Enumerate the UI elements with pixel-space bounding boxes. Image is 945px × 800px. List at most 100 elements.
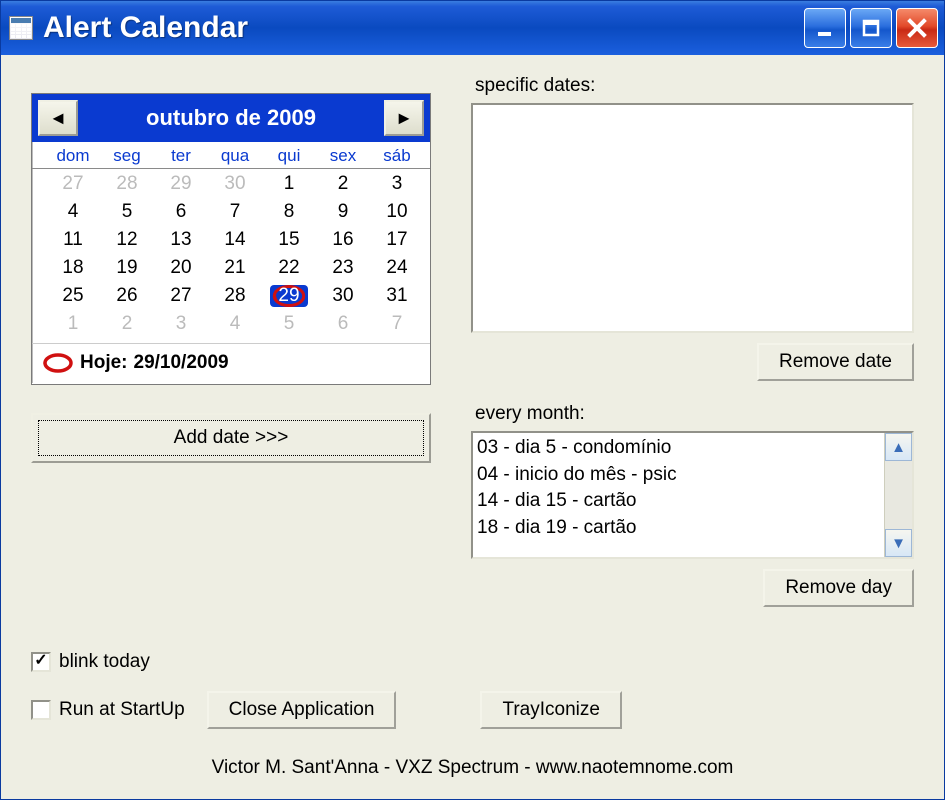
calendar-day-cell[interactable]: 10 <box>370 199 424 225</box>
calendar-day-cell[interactable]: 29 <box>154 171 208 197</box>
chevron-right-icon: ► <box>395 108 413 129</box>
calendar-day-cell[interactable]: 28 <box>100 171 154 197</box>
calendar-day-cell[interactable]: 6 <box>154 199 208 225</box>
blink-today-label: blink today <box>59 651 150 673</box>
calendar-day-cell[interactable]: 4 <box>208 311 262 337</box>
calendar-day-cell[interactable]: 22 <box>262 255 316 281</box>
remove-date-button[interactable]: Remove date <box>757 343 914 381</box>
prev-month-button[interactable]: ◄ <box>38 100 78 136</box>
next-month-button[interactable]: ► <box>384 100 424 136</box>
calendar-dow-cell: sex <box>316 146 370 166</box>
scrollbar[interactable]: ▲ ▼ <box>884 433 912 557</box>
calendar-day-cell[interactable]: 2 <box>100 311 154 337</box>
specific-dates-list[interactable] <box>471 103 914 333</box>
maximize-icon <box>861 18 881 38</box>
remove-date-label: Remove date <box>779 351 892 372</box>
run-startup-checkbox[interactable] <box>31 700 51 720</box>
add-date-button[interactable]: Add date >>> <box>31 413 431 463</box>
calendar-day-cell[interactable]: 4 <box>46 199 100 225</box>
calendar-day-cell[interactable]: 8 <box>262 199 316 225</box>
calendar-day-cell[interactable]: 12 <box>100 227 154 253</box>
calendar-day-cell[interactable]: 5 <box>100 199 154 225</box>
window-title: Alert Calendar <box>43 11 804 45</box>
calendar-month-label: outubro de 2009 <box>86 105 376 131</box>
calendar-day-cell[interactable]: 26 <box>100 283 154 309</box>
calendar-day-cell[interactable]: 28 <box>208 283 262 309</box>
calendar-day-cell[interactable]: 24 <box>370 255 424 281</box>
calendar-day-cell[interactable]: 18 <box>46 255 100 281</box>
calendar-day-cell[interactable]: 14 <box>208 227 262 253</box>
calendar-day-cell[interactable]: 7 <box>370 311 424 337</box>
tray-label: TrayIconize <box>502 699 600 720</box>
calendar-dow-cell: qua <box>208 146 262 166</box>
calendar-day-cell[interactable]: 3 <box>154 311 208 337</box>
calendar-grid[interactable]: 2728293012345678910111213141516171819202… <box>32 169 430 343</box>
list-item[interactable]: 03 - dia 5 - condomínio <box>477 435 880 462</box>
close-app-button[interactable]: Close Application <box>207 691 397 729</box>
calendar-today-footer[interactable]: Hoje: 29/10/2009 <box>32 343 430 384</box>
calendar[interactable]: ◄ outubro de 2009 ► domsegterquaquisexsá… <box>31 93 431 385</box>
calendar-day-cell[interactable]: 31 <box>370 283 424 309</box>
calendar-dow-row: domsegterquaquisexsáb <box>32 142 430 169</box>
calendar-day-cell[interactable]: 6 <box>316 311 370 337</box>
credits-text: Victor M. Sant'Anna - VXZ Spectrum - www… <box>31 757 914 779</box>
specific-dates-label: specific dates: <box>475 75 914 97</box>
close-icon <box>906 17 928 39</box>
calendar-day-cell[interactable]: 3 <box>370 171 424 197</box>
app-window: Alert Calendar ◄ outubro de 2009 ► <box>0 0 945 800</box>
calendar-day-cell[interactable]: 9 <box>316 199 370 225</box>
chevron-up-icon: ▲ <box>891 439 906 456</box>
calendar-day-cell[interactable]: 27 <box>154 283 208 309</box>
close-app-label: Close Application <box>229 699 375 720</box>
calendar-day-cell[interactable]: 1 <box>46 311 100 337</box>
run-startup-label: Run at StartUp <box>59 699 185 721</box>
tray-iconize-button[interactable]: TrayIconize <box>480 691 622 729</box>
calendar-day-cell[interactable]: 2 <box>316 171 370 197</box>
calendar-dow-cell: dom <box>46 146 100 166</box>
today-circle-icon <box>42 352 74 374</box>
calendar-day-cell[interactable]: 23 <box>316 255 370 281</box>
remove-day-button[interactable]: Remove day <box>763 569 914 607</box>
calendar-day-cell[interactable]: 17 <box>370 227 424 253</box>
calendar-dow-cell: qui <box>262 146 316 166</box>
app-icon <box>9 16 33 40</box>
calendar-day-cell[interactable]: 29 <box>262 283 316 309</box>
scroll-up-button[interactable]: ▲ <box>885 433 912 461</box>
list-item[interactable]: 14 - dia 15 - cartão <box>477 488 880 515</box>
remove-day-label: Remove day <box>785 577 892 598</box>
blink-today-checkbox[interactable] <box>31 652 51 672</box>
scroll-down-button[interactable]: ▼ <box>885 529 912 557</box>
calendar-day-cell[interactable]: 7 <box>208 199 262 225</box>
calendar-day-cell[interactable]: 30 <box>208 171 262 197</box>
calendar-day-cell[interactable]: 19 <box>100 255 154 281</box>
calendar-day-cell[interactable]: 25 <box>46 283 100 309</box>
close-button[interactable] <box>896 8 938 48</box>
minimize-icon <box>815 18 835 38</box>
calendar-day-cell[interactable]: 5 <box>262 311 316 337</box>
today-prefix: Hoje: <box>80 352 128 374</box>
calendar-day-cell[interactable]: 27 <box>46 171 100 197</box>
calendar-day-cell[interactable]: 13 <box>154 227 208 253</box>
chevron-down-icon: ▼ <box>891 535 906 552</box>
titlebar: Alert Calendar <box>1 1 944 55</box>
calendar-day-cell[interactable]: 16 <box>316 227 370 253</box>
calendar-dow-cell: seg <box>100 146 154 166</box>
every-month-list[interactable]: 03 - dia 5 - condomínio04 - inicio do mê… <box>471 431 914 559</box>
today-date: 29/10/2009 <box>134 352 229 374</box>
calendar-day-cell[interactable]: 11 <box>46 227 100 253</box>
calendar-dow-cell: ter <box>154 146 208 166</box>
calendar-day-cell[interactable]: 21 <box>208 255 262 281</box>
list-item[interactable]: 18 - dia 19 - cartão <box>477 515 880 542</box>
chevron-left-icon: ◄ <box>49 108 67 129</box>
every-month-label: every month: <box>475 403 914 425</box>
list-item[interactable]: 04 - inicio do mês - psic <box>477 462 880 489</box>
client-area: ◄ outubro de 2009 ► domsegterquaquisexsá… <box>1 55 944 799</box>
calendar-day-cell[interactable]: 30 <box>316 283 370 309</box>
calendar-day-cell[interactable]: 20 <box>154 255 208 281</box>
calendar-header: ◄ outubro de 2009 ► <box>32 94 430 142</box>
maximize-button[interactable] <box>850 8 892 48</box>
minimize-button[interactable] <box>804 8 846 48</box>
calendar-day-cell[interactable]: 1 <box>262 171 316 197</box>
calendar-dow-cell: sáb <box>370 146 424 166</box>
calendar-day-cell[interactable]: 15 <box>262 227 316 253</box>
